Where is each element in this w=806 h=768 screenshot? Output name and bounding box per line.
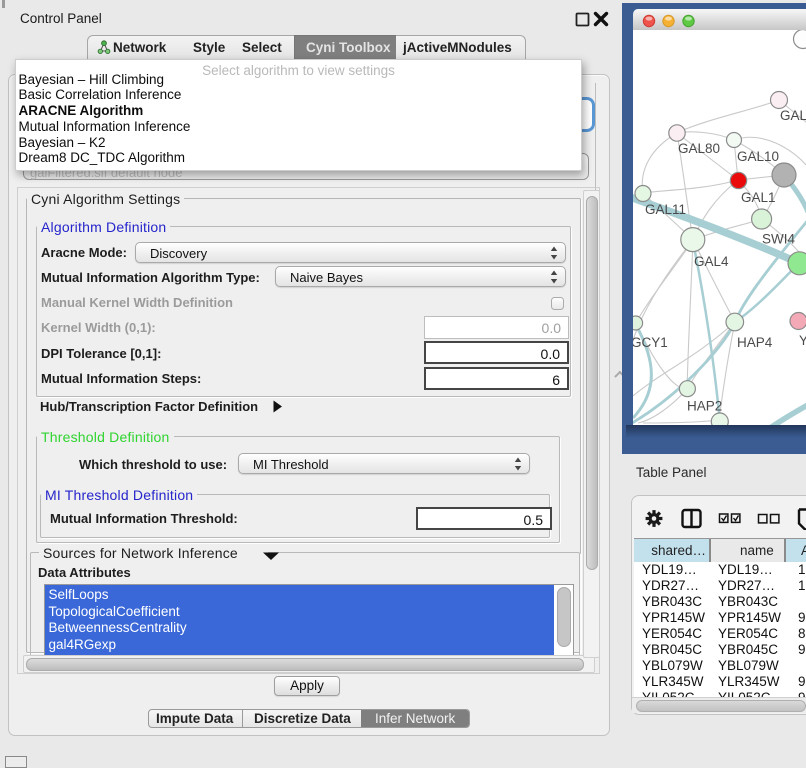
svg-text:GAL4: GAL4 bbox=[694, 254, 729, 269]
svg-text:GAL11: GAL11 bbox=[645, 202, 686, 217]
svg-text:HAP4: HAP4 bbox=[737, 335, 773, 350]
svg-text:GAL10: GAL10 bbox=[737, 149, 779, 164]
svg-text:GAL: GAL bbox=[780, 108, 806, 123]
svg-text:GCY1: GCY1 bbox=[633, 335, 668, 350]
svg-text:SWI4: SWI4 bbox=[762, 232, 795, 247]
svg-text:GAL80: GAL80 bbox=[678, 141, 720, 156]
svg-text:GAL1: GAL1 bbox=[741, 190, 776, 205]
svg-text:HAP2: HAP2 bbox=[687, 399, 722, 414]
svg-text:Y: Y bbox=[799, 333, 806, 348]
